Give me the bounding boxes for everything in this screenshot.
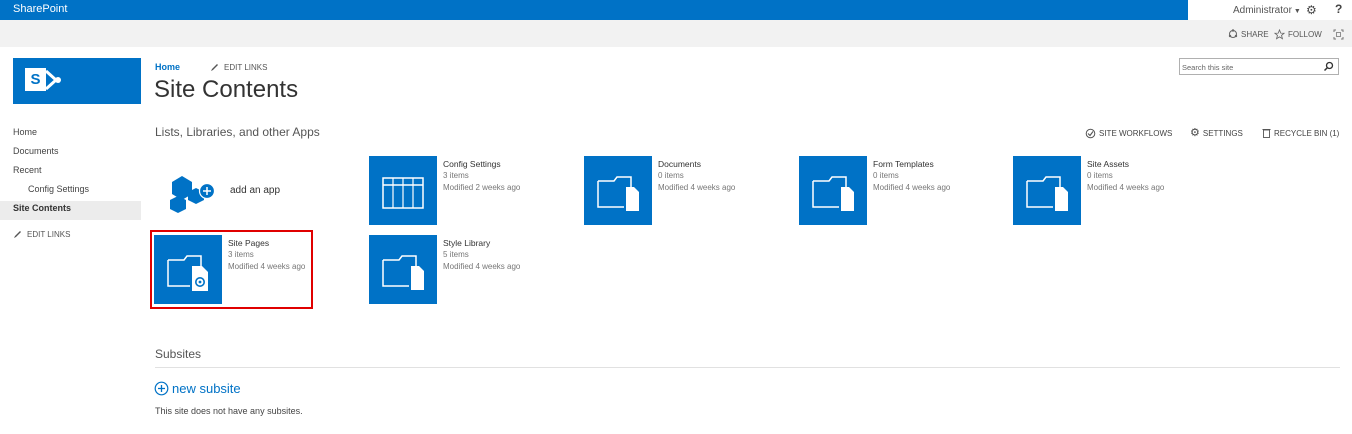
- tile-count: 0 items: [873, 171, 899, 180]
- user-menu[interactable]: Administrator ▼: [1233, 5, 1301, 16]
- tile-config-settings[interactable]: [369, 156, 437, 225]
- tile-title[interactable]: Config Settings: [443, 158, 520, 170]
- focus-icon: [1333, 29, 1344, 40]
- chevron-down-icon: ▼: [1293, 8, 1301, 15]
- folder-icon: [597, 176, 639, 211]
- edit-links-label: EDIT LINKS: [224, 62, 268, 72]
- add-app-icon[interactable]: [168, 170, 216, 214]
- tile-info-form-templates: Form Templates 0 items Modified 4 weeks …: [873, 158, 950, 194]
- highlight-box: [150, 230, 313, 309]
- subsites-heading: Subsites: [155, 347, 202, 361]
- search-box[interactable]: Search this site: [1179, 58, 1339, 75]
- tile-documents[interactable]: [584, 156, 652, 225]
- logo-arrow-icon: [44, 69, 61, 91]
- tile-title[interactable]: Form Templates: [873, 158, 950, 170]
- workflow-check-icon: [1085, 128, 1096, 139]
- tile-site-assets[interactable]: [1013, 156, 1081, 225]
- folder-icon: [812, 176, 854, 211]
- subsites-divider: [155, 367, 1340, 368]
- site-logo[interactable]: S: [13, 58, 141, 104]
- tile-title[interactable]: Style Library: [443, 237, 520, 249]
- settings-gear-icon[interactable]: ⚙: [1306, 3, 1317, 17]
- gear-icon: ⚙: [1190, 127, 1200, 139]
- tile-count: 3 items: [443, 171, 469, 180]
- quick-launch: Home Documents Recent Config Settings Si…: [0, 125, 141, 239]
- topnav-edit-links[interactable]: EDIT LINKS: [210, 63, 267, 72]
- recycle-bin-button[interactable]: RECYCLE BIN (1): [1262, 128, 1339, 138]
- sharepoint-logo-icon: S: [25, 68, 46, 91]
- follow-button[interactable]: FOLLOW: [1274, 29, 1322, 40]
- leftnav-item-site-contents[interactable]: Site Contents: [0, 201, 141, 220]
- share-label: SHARE: [1241, 29, 1269, 39]
- tile-info-documents: Documents 0 items Modified 4 weeks ago: [658, 158, 735, 194]
- tile-modified: Modified 4 weeks ago: [443, 262, 521, 271]
- leftnav-item-home[interactable]: Home: [0, 125, 141, 144]
- tile-info-style-library: Style Library 5 items Modified 4 weeks a…: [443, 237, 520, 273]
- recycle-bin-label: RECYCLE BIN (1): [1274, 128, 1340, 138]
- settings-label: SETTINGS: [1202, 128, 1243, 138]
- site-workflows-button[interactable]: SITE WORKFLOWS: [1085, 128, 1172, 139]
- page-title: Site Contents: [154, 76, 299, 103]
- site-workflows-label: SITE WORKFLOWS: [1099, 129, 1173, 138]
- top-navigation: Home EDIT LINKS: [155, 62, 267, 72]
- lists-section-heading: Lists, Libraries, and other Apps: [155, 125, 320, 139]
- help-icon[interactable]: ?: [1335, 2, 1342, 16]
- new-subsite-link[interactable]: new subsite: [154, 381, 241, 396]
- tile-modified: Modified 4 weeks ago: [658, 183, 736, 192]
- list-grid-icon: [382, 177, 424, 209]
- tile-modified: Modified 4 weeks ago: [1087, 183, 1165, 192]
- share-button[interactable]: SHARE: [1228, 29, 1269, 39]
- tile-modified: Modified 4 weeks ago: [873, 183, 951, 192]
- topnav-home-link[interactable]: Home: [155, 62, 180, 72]
- search-input[interactable]: Search this site: [1182, 63, 1233, 72]
- pencil-icon: [14, 231, 21, 238]
- focus-on-content-button[interactable]: [1333, 29, 1344, 40]
- search-icon[interactable]: [1323, 61, 1334, 72]
- leftnav-edit-links-label: EDIT LINKS: [27, 230, 71, 239]
- follow-label: FOLLOW: [1288, 30, 1322, 39]
- star-icon: [1274, 29, 1285, 40]
- tile-style-library[interactable]: [369, 235, 437, 304]
- user-name: Administrator: [1233, 5, 1292, 16]
- folder-icon: [382, 255, 424, 290]
- sharepoint-brand-link[interactable]: SharePoint: [13, 3, 67, 15]
- tile-title[interactable]: Site Assets: [1087, 158, 1164, 170]
- leftnav-item-config-settings[interactable]: Config Settings: [0, 182, 141, 201]
- suite-bar: SharePoint Administrator ▼ ⚙ ?: [0, 0, 1352, 20]
- folder-icon: [1026, 176, 1068, 211]
- tile-count: 5 items: [443, 250, 469, 259]
- leftnav-item-recent[interactable]: Recent: [0, 163, 141, 182]
- share-icon: [1228, 29, 1238, 38]
- suite-bar-brand-area: SharePoint: [0, 0, 1188, 20]
- new-subsite-label: new subsite: [172, 381, 241, 396]
- leftnav-edit-links[interactable]: EDIT LINKS: [0, 230, 141, 239]
- tile-info-site-assets: Site Assets 0 items Modified 4 weeks ago: [1087, 158, 1164, 194]
- tile-count: 0 items: [658, 171, 684, 180]
- ribbon-bar: SHARE FOLLOW: [0, 20, 1352, 47]
- add-app-link[interactable]: add an app: [230, 185, 280, 196]
- pencil-icon: [211, 63, 219, 71]
- tile-title[interactable]: Documents: [658, 158, 735, 170]
- tile-count: 0 items: [1087, 171, 1113, 180]
- tile-modified: Modified 2 weeks ago: [443, 183, 521, 192]
- recycle-bin-icon: [1262, 129, 1271, 138]
- leftnav-item-documents[interactable]: Documents: [0, 144, 141, 163]
- tile-info-config-settings: Config Settings 3 items Modified 2 weeks…: [443, 158, 520, 194]
- no-subsites-message: This site does not have any subsites.: [155, 406, 303, 416]
- settings-button[interactable]: ⚙ SETTINGS: [1190, 127, 1243, 139]
- suite-bar-user-area: Administrator ▼ ⚙ ?: [1188, 0, 1352, 20]
- add-circle-icon: [154, 381, 169, 396]
- tile-form-templates[interactable]: [799, 156, 867, 225]
